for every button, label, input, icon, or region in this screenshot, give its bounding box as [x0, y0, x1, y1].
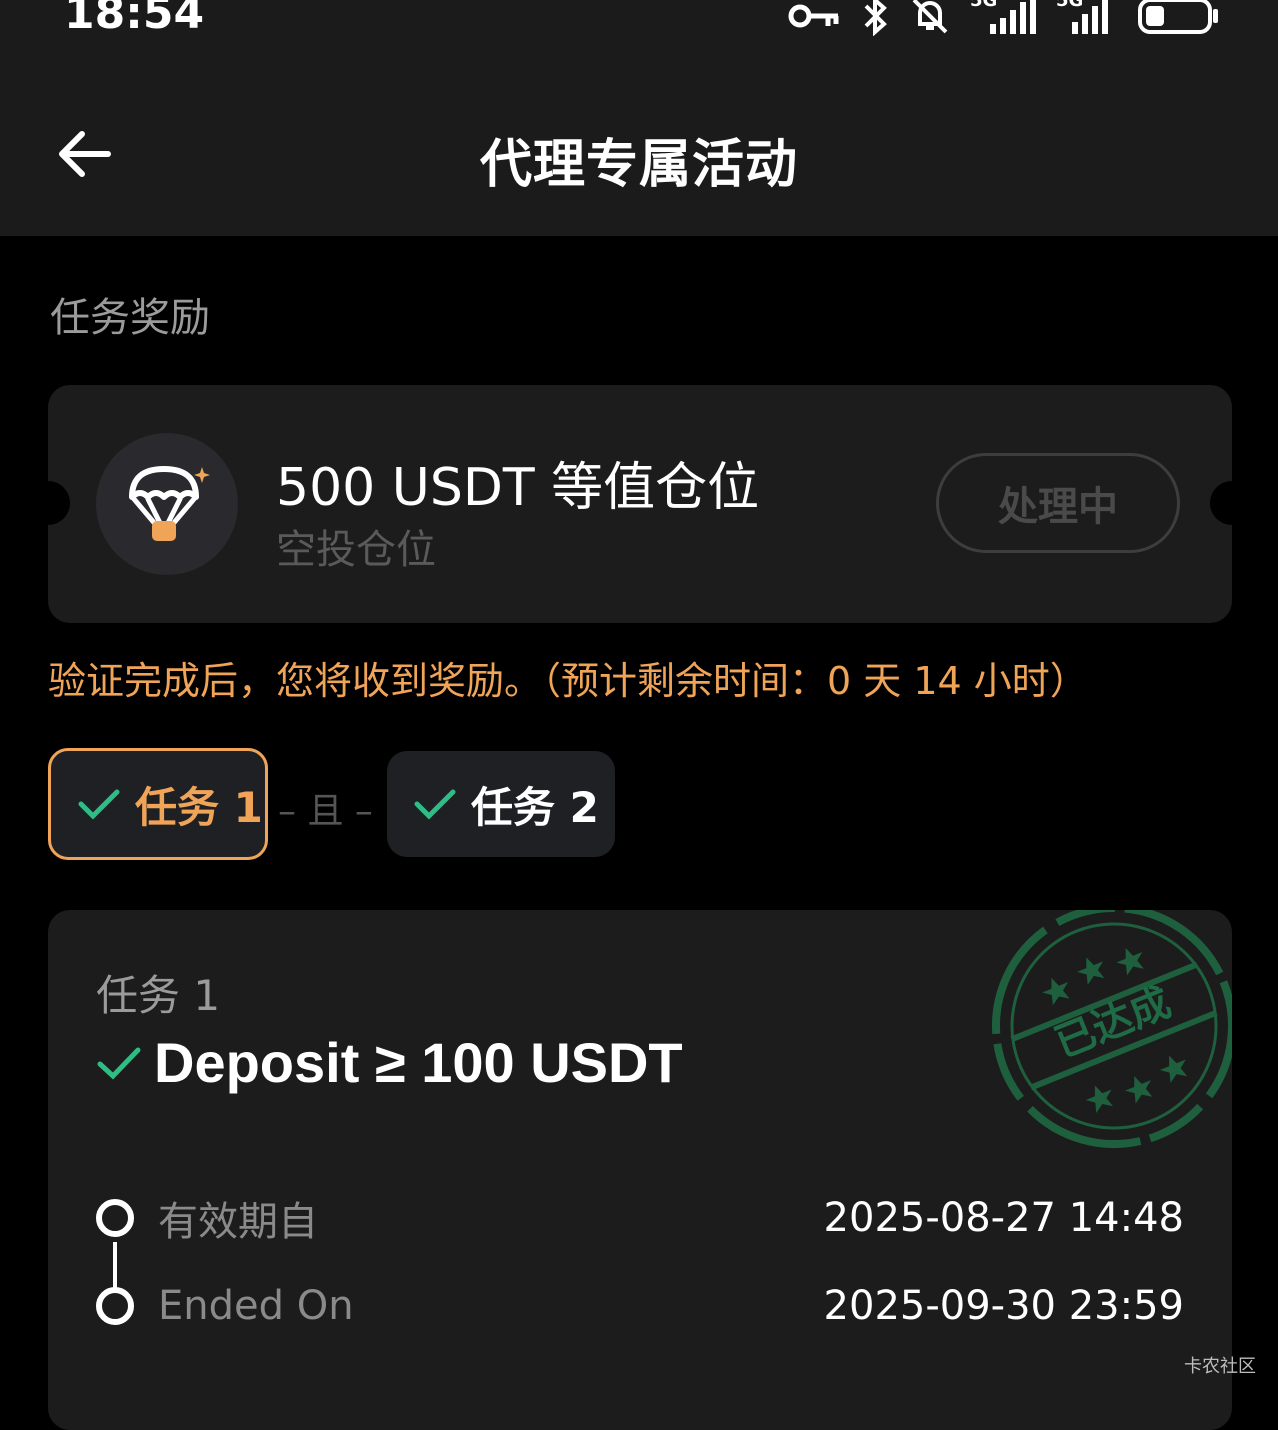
tab-task-2-label: 任务 2 — [471, 782, 599, 832]
status-bar: 18:54 5G 5G — [0, 0, 1278, 70]
bluetooth-icon — [864, 0, 887, 36]
tab-task-2[interactable]: 任务 2 — [387, 751, 615, 857]
app-header: 代理专属活动 — [0, 70, 1278, 236]
timeline-dot-icon — [96, 1287, 134, 1325]
check-icon — [97, 1047, 141, 1079]
ended-on-label: Ended On — [158, 1283, 354, 1329]
timeline-dot-icon — [96, 1199, 134, 1237]
processing-status-button[interactable]: 处理中 — [936, 453, 1180, 553]
watermark: 卡农社区 — [1184, 1356, 1256, 1377]
signal-icon-1: 5G — [970, 0, 1036, 36]
task-requirement: Deposit ≥ 100 USDT — [96, 1030, 683, 1095]
card-notch-left — [26, 481, 70, 525]
task-detail-label: 任务 1 — [96, 971, 221, 1020]
valid-from-value: 2025-08-27 14:48 — [823, 1195, 1184, 1241]
section-title: 任务奖励 — [50, 295, 210, 341]
ended-on-value: 2025-09-30 23:59 — [823, 1283, 1184, 1329]
battery-icon — [1138, 0, 1218, 34]
status-icons: 5G 5G — [788, 0, 1220, 36]
ended-on-row: Ended On 2025-09-30 23:59 — [96, 1276, 1184, 1336]
parachute-airdrop-icon — [129, 466, 210, 541]
valid-from-label: 有效期自 — [158, 1199, 318, 1245]
valid-from-row: 有效期自 2025-08-27 14:48 — [96, 1188, 1184, 1248]
task-detail-card: 任务 1 Deposit ≥ 100 USDT 已达成 有效期自 2025-08… — [48, 910, 1232, 1430]
signal-icon-2: 5G — [1056, 0, 1118, 36]
airdrop-icon-container — [96, 433, 238, 575]
check-icon — [414, 789, 456, 820]
check-icon — [78, 789, 120, 820]
reward-subtitle: 空投仓位 — [276, 527, 436, 573]
bell-muted-icon — [912, 0, 948, 34]
vpn-key-icon — [788, 4, 839, 28]
reward-card: 500 USDT 等值仓位 空投仓位 处理中 — [26, 385, 1254, 623]
reward-notice: 验证完成后，您将收到奖励。（预计剩余时间：0 天 14 小时） — [48, 659, 1088, 703]
task-requirement-text: Deposit ≥ 100 USDT — [154, 1031, 683, 1094]
tab-task-1[interactable]: 任务 1 — [48, 748, 268, 860]
card-notch-right — [1210, 481, 1254, 525]
reward-title: 500 USDT 等值仓位 — [276, 458, 760, 518]
status-time: 18:54 — [64, 0, 205, 39]
achieved-stamp-icon: 已达成 — [992, 910, 1232, 1148]
task-connector: – 且 – — [278, 791, 373, 832]
page-title: 代理专属活动 — [479, 135, 798, 195]
tab-task-1-label: 任务 1 — [135, 782, 263, 832]
